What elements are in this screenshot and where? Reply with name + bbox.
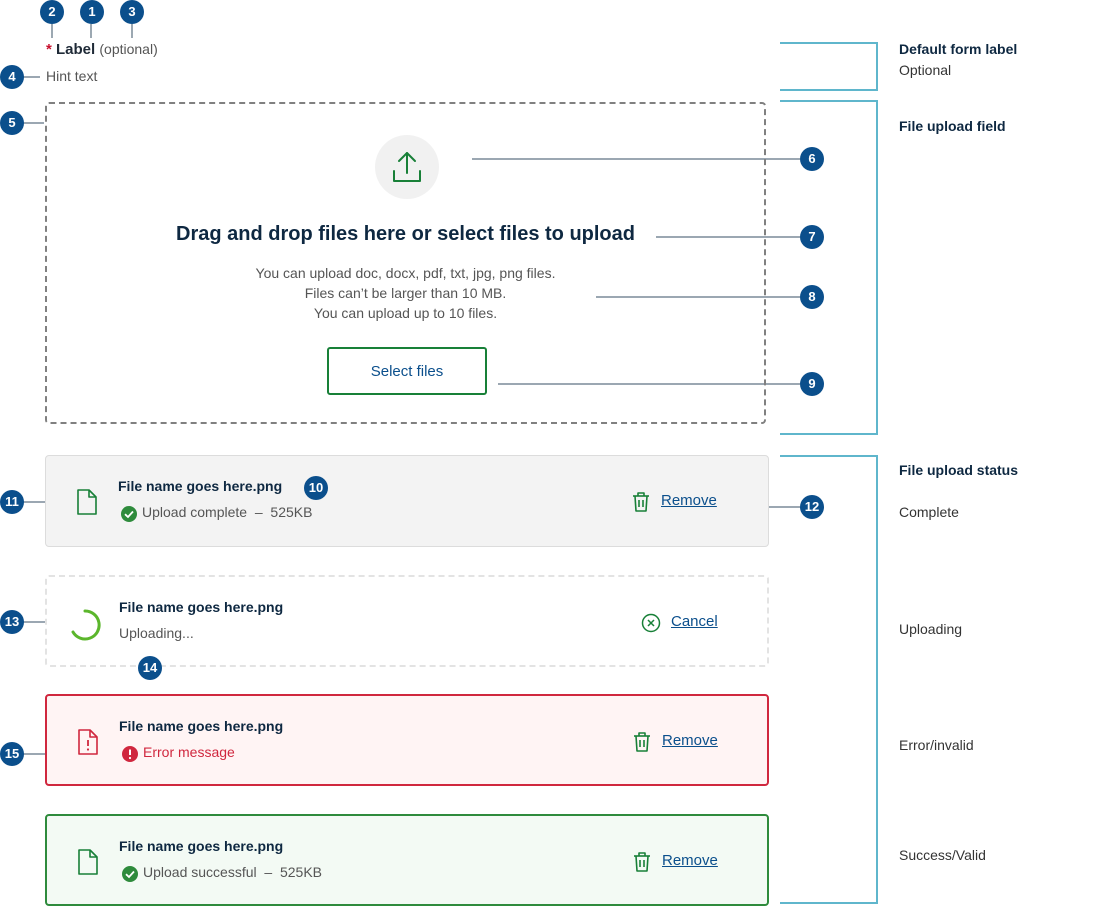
file-name: File name goes here.png: [119, 599, 284, 615]
check-circle-icon: [121, 506, 137, 522]
trash-icon[interactable]: [632, 851, 652, 873]
optional-text: (optional): [99, 41, 158, 57]
dropzone-desc-line: You can upload doc, docx, pdf, txt, jpg,…: [255, 265, 556, 281]
marker-3: 3: [120, 0, 144, 24]
marker-8: 8: [800, 285, 824, 309]
side-title-form-label: Default form label: [899, 41, 1018, 57]
marker-6: 6: [800, 147, 824, 171]
error-circle-icon: [122, 746, 138, 762]
trash-icon[interactable]: [632, 731, 652, 753]
file-name: File name goes here.png: [118, 478, 283, 494]
cancel-circle-icon[interactable]: [641, 613, 661, 633]
marker-4: 4: [0, 65, 24, 89]
remove-link[interactable]: Remove: [662, 852, 718, 869]
marker-12: 12: [800, 495, 824, 519]
marker-7: 7: [800, 225, 824, 249]
marker-15: 15: [0, 742, 24, 766]
hint-text: Hint text: [46, 68, 98, 84]
dropzone-title: Drag and drop files here or select files…: [176, 223, 635, 245]
side-text-optional: Optional: [899, 62, 952, 78]
dropzone-desc-line: You can upload up to 10 files.: [313, 305, 498, 321]
file-item-error: File name goes here.png Error message Re…: [45, 694, 769, 786]
file-error-icon: [78, 729, 98, 755]
trash-icon[interactable]: [631, 491, 651, 513]
cancel-link[interactable]: Cancel: [671, 613, 718, 630]
file-icon: [78, 849, 98, 875]
marker-9: 9: [800, 372, 824, 396]
side-title-upload-field: File upload field: [899, 118, 1006, 134]
marker-14: 14: [138, 656, 162, 680]
side-state-error: Error/invalid: [899, 737, 974, 753]
marker-2: 2: [40, 0, 64, 24]
bracket-upload-status: [780, 455, 878, 904]
file-item-uploading: File name goes here.png Uploading... Can…: [45, 575, 769, 667]
marker-11: 11: [0, 490, 24, 514]
file-status: Upload successful – 525KB: [143, 864, 322, 880]
select-files-button[interactable]: Select files: [327, 347, 487, 395]
file-name: File name goes here.png: [119, 718, 284, 734]
file-status: Upload complete – 525KB: [142, 504, 313, 520]
file-name: File name goes here.png: [119, 838, 284, 854]
file-item-complete: File name goes here.png Upload complete …: [45, 455, 769, 547]
side-state-uploading: Uploading: [899, 621, 963, 637]
label-text: Label: [56, 41, 96, 58]
file-item-success: File name goes here.png Upload successfu…: [45, 814, 769, 906]
side-state-complete: Complete: [899, 504, 959, 520]
dropzone-description: You can upload doc, docx, pdf, txt, jpg,…: [45, 263, 766, 323]
file-status: Uploading...: [119, 625, 194, 641]
required-marker: *: [46, 41, 52, 58]
form-label: * Label (optional): [46, 41, 158, 58]
remove-link[interactable]: Remove: [662, 732, 718, 749]
spinner-icon: [71, 609, 101, 641]
check-circle-icon: [122, 866, 138, 882]
bracket-form-label: [780, 42, 878, 91]
marker-10: 10: [304, 476, 328, 500]
marker-1: 1: [80, 0, 104, 24]
side-title-upload-status: File upload status: [899, 462, 1019, 478]
file-error-message: Error message: [143, 744, 235, 760]
marker-5: 5: [0, 111, 24, 135]
side-state-success: Success/Valid: [899, 847, 986, 863]
upload-icon-svg: [393, 152, 421, 182]
brackets: [780, 42, 878, 904]
dropzone-desc-line: Files can’t be larger than 10 MB.: [304, 285, 507, 301]
remove-link[interactable]: Remove: [661, 492, 717, 509]
marker-13: 13: [0, 610, 24, 634]
file-icon: [77, 489, 97, 515]
upload-icon: [375, 135, 439, 199]
